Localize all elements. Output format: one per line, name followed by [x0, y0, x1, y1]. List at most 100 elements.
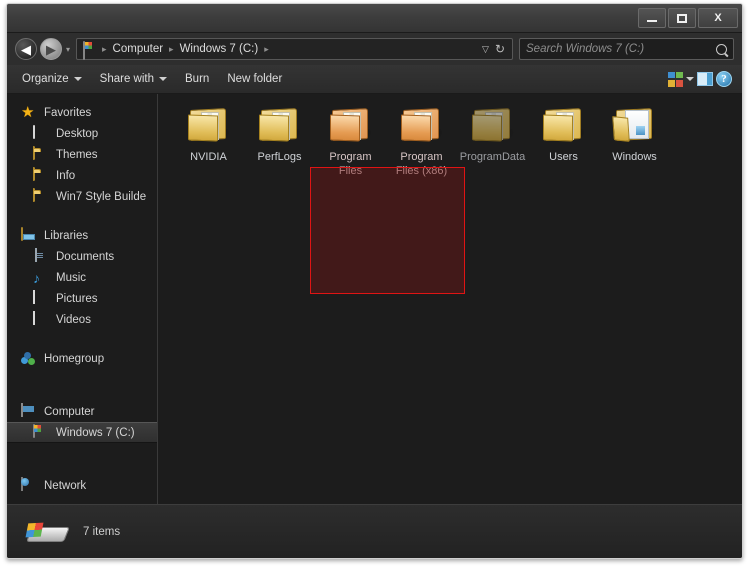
sidebar-group-homegroup: Homegroup — [7, 348, 157, 369]
folder-icon — [542, 107, 586, 145]
file-item-program-files-x86[interactable]: Program Files (x86) — [386, 102, 457, 186]
file-item-users[interactable]: Users — [528, 102, 599, 186]
view-dropdown-caret-icon[interactable] — [686, 77, 694, 81]
folder-icon — [33, 187, 49, 205]
forward-button[interactable]: ▶ — [40, 38, 62, 60]
file-item-programdata[interactable]: ProgramData — [457, 102, 528, 186]
documents-icon — [33, 247, 49, 265]
file-item-perflogs[interactable]: PerfLogs — [244, 102, 315, 186]
refresh-icon[interactable]: ↻ — [495, 42, 505, 56]
sidebar-item-videos[interactable]: Videos — [7, 309, 157, 330]
toolbar-right-group: ? — [668, 71, 736, 87]
sidebar-item-favorites[interactable]: ★ Favorites — [7, 102, 157, 123]
explorer-body: ★ Favorites Desktop Themes Info Win7 Sty… — [7, 94, 742, 506]
pictures-icon — [33, 289, 49, 307]
file-item-program-files[interactable]: Program Files — [315, 102, 386, 186]
close-icon: X — [714, 12, 722, 24]
file-item-label: Users — [549, 151, 578, 163]
back-arrow-icon: ◀ — [21, 41, 31, 57]
computer-drive-icon — [83, 40, 99, 60]
close-button[interactable]: X — [698, 8, 738, 28]
music-note-icon: ♪ — [33, 269, 40, 286]
sidebar-item-windows7c[interactable]: Windows 7 (C:) — [7, 422, 157, 443]
sidebar-item-win7-style-builder[interactable]: Win7 Style Builde — [7, 186, 157, 207]
sidebar-item-info[interactable]: Info — [7, 165, 157, 186]
back-button[interactable]: ◀ — [15, 38, 37, 60]
star-icon: ★ — [21, 103, 35, 121]
navigation-pane[interactable]: ★ Favorites Desktop Themes Info Win7 Sty… — [7, 94, 158, 506]
file-item-windows[interactable]: Windows — [599, 102, 670, 186]
sidebar-item-documents[interactable]: Documents — [7, 246, 157, 267]
file-item-nvidia[interactable]: NVIDIA — [173, 102, 244, 186]
videos-icon — [33, 310, 49, 328]
file-item-label: PerfLogs — [257, 151, 302, 163]
breadcrumb-item-computer[interactable]: Computer — [108, 43, 169, 55]
sidebar-item-pictures[interactable]: Pictures — [7, 288, 157, 309]
minimize-icon — [647, 19, 657, 22]
chevron-down-icon — [159, 77, 168, 81]
sidebar-item-desktop[interactable]: Desktop — [7, 123, 157, 144]
share-with-label: Share with — [99, 73, 155, 85]
change-view-icon[interactable] — [668, 71, 683, 87]
sidebar-group-libraries: Libraries Documents ♪ Music Pictures Vid… — [7, 225, 157, 330]
new-folder-button[interactable]: New folder — [218, 69, 291, 89]
history-dropdown-icon[interactable]: ▾ — [66, 45, 70, 54]
sidebar-group-network: Network — [7, 475, 157, 496]
sidebar-item-network[interactable]: Network — [7, 475, 157, 496]
title-bar: X — [7, 4, 742, 33]
open-folder-icon — [611, 107, 657, 145]
minimize-button[interactable] — [638, 8, 666, 28]
burn-label: Burn — [185, 73, 210, 85]
file-item-label: Program Files (x86) — [395, 151, 448, 177]
burn-button[interactable]: Burn — [176, 69, 218, 89]
sidebar-item-computer[interactable]: Computer — [7, 401, 157, 422]
organize-button[interactable]: Organize — [13, 69, 91, 89]
command-toolbar: Organize Share with Burn New folder ? — [7, 65, 742, 94]
folder-icon — [400, 107, 444, 145]
sidebar-item-themes[interactable]: Themes — [7, 144, 157, 165]
chevron-down-icon[interactable]: ▽ — [482, 44, 489, 55]
address-bar: ◀ ▶ ▾ ▸ Computer ▸ Windows 7 (C:) ▸ ▽ ↻ … — [7, 33, 742, 65]
search-placeholder: Search Windows 7 (C:) — [526, 43, 645, 55]
network-icon — [21, 476, 37, 494]
preview-pane-icon[interactable] — [697, 72, 713, 86]
breadcrumb[interactable]: ▸ Computer ▸ Windows 7 (C:) ▸ ▽ ↻ — [76, 38, 513, 60]
folder-icon — [33, 145, 49, 163]
sidebar-label: Info — [56, 169, 76, 182]
folder-icon — [33, 166, 49, 184]
window-controls: X — [638, 8, 738, 28]
maximize-button[interactable] — [668, 8, 696, 28]
search-input[interactable]: Search Windows 7 (C:) — [519, 38, 734, 60]
file-item-label: ProgramData — [459, 151, 526, 163]
breadcrumb-item-windows7c[interactable]: Windows 7 (C:) — [175, 43, 264, 55]
help-icon[interactable]: ? — [716, 71, 732, 87]
sidebar-group-computer: Computer Windows 7 (C:) — [7, 401, 157, 443]
organize-label: Organize — [22, 73, 69, 85]
hard-drive-icon — [25, 517, 71, 547]
sidebar-label: Videos — [56, 313, 91, 326]
hard-drive-icon — [33, 423, 49, 441]
sidebar-item-music[interactable]: ♪ Music — [7, 267, 157, 288]
sidebar-item-homegroup[interactable]: Homegroup — [7, 348, 157, 369]
libraries-icon — [21, 226, 37, 244]
sidebar-label: Favorites — [44, 106, 92, 119]
folder-icon — [329, 107, 373, 145]
sidebar-item-libraries[interactable]: Libraries — [7, 225, 157, 246]
chevron-down-icon — [73, 77, 82, 81]
file-list-pane[interactable]: NVIDIA PerfLogs Program Files Program Fi… — [159, 94, 742, 506]
search-icon — [713, 41, 730, 57]
share-with-button[interactable]: Share with — [91, 69, 176, 89]
folder-icon — [258, 107, 302, 145]
folder-icon — [187, 107, 231, 145]
breadcrumb-separator-trailing[interactable]: ▸ — [263, 44, 270, 55]
file-item-label: Windows — [612, 151, 657, 163]
forward-arrow-icon: ▶ — [46, 41, 56, 57]
sidebar-label: Themes — [56, 148, 98, 161]
file-item-grid: NVIDIA PerfLogs Program Files Program Fi… — [173, 102, 742, 186]
